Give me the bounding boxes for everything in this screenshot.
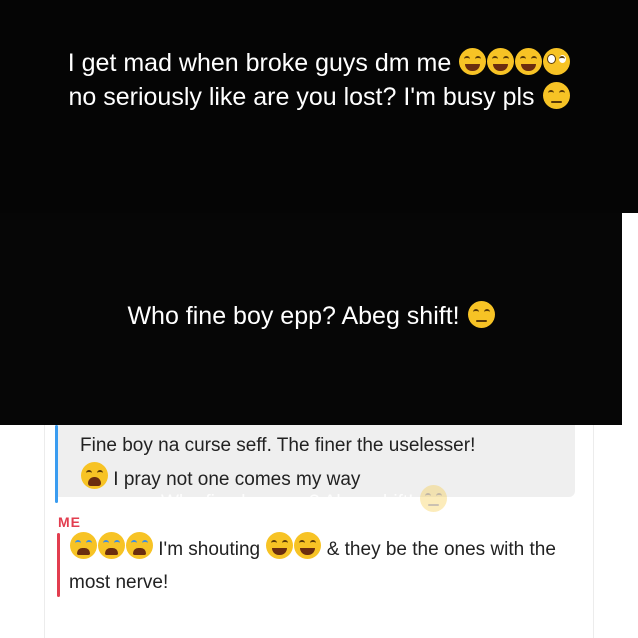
story-caption-middle: Who fine boy epp? Abeg shift! <box>0 299 622 333</box>
tears-of-joy-icon <box>459 48 487 75</box>
loudly-crying-face-icon <box>98 532 125 559</box>
loudly-crying-face-icon <box>126 532 153 559</box>
flushed-face-icon <box>543 48 571 75</box>
message-accent-bar <box>57 533 60 597</box>
quoted-reply-bubble[interactable]: Fine boy na curse seff. The finer the us… <box>57 425 575 513</box>
story-screenshot-top: I get mad when broke guys dm me no serio… <box>0 0 638 213</box>
message-text-part-1: I'm shouting <box>158 539 261 560</box>
tears-of-joy-icon <box>515 48 543 75</box>
faded-story-preview-label: Who fine boy epp? Abeg shift! <box>161 492 414 513</box>
story-caption-top: I get mad when broke guys dm me no serio… <box>0 46 638 114</box>
unamused-face-icon <box>467 301 495 328</box>
tears-of-joy-icon <box>487 48 515 75</box>
unamused-face-icon <box>419 485 447 512</box>
caption-middle-text: Who fine boy epp? Abeg shift! <box>127 302 460 330</box>
caption-line-2-text: no seriously like are you lost? I'm busy… <box>68 83 535 111</box>
tears-of-joy-icon <box>266 532 294 559</box>
faded-story-preview-text: Who fine boy epp? Abeg shift! <box>161 485 447 513</box>
tears-of-joy-icon <box>294 532 322 559</box>
weary-face-icon <box>81 462 108 489</box>
sender-label: ME <box>58 514 81 530</box>
story-caption-line-2: no seriously like are you lost? I'm busy… <box>0 80 638 114</box>
chat-panel: Fine boy na curse seff. The finer the us… <box>44 425 594 638</box>
caption-line-1-text: I get mad when broke guys dm me <box>67 49 452 77</box>
story-caption-line-1: I get mad when broke guys dm me <box>0 46 638 80</box>
unamused-face-icon <box>542 82 570 109</box>
quote-accent-bar <box>55 425 58 503</box>
loudly-crying-face-icon <box>70 532 97 559</box>
quoted-line-1: Fine boy na curse seff. The finer the us… <box>80 435 476 456</box>
story-screenshot-middle: Who fine boy epp? Abeg shift! <box>0 213 622 425</box>
chat-message[interactable]: I'm shouting & they be the ones with the… <box>69 532 579 599</box>
message-text-part-2: & they be the ones <box>326 539 486 560</box>
